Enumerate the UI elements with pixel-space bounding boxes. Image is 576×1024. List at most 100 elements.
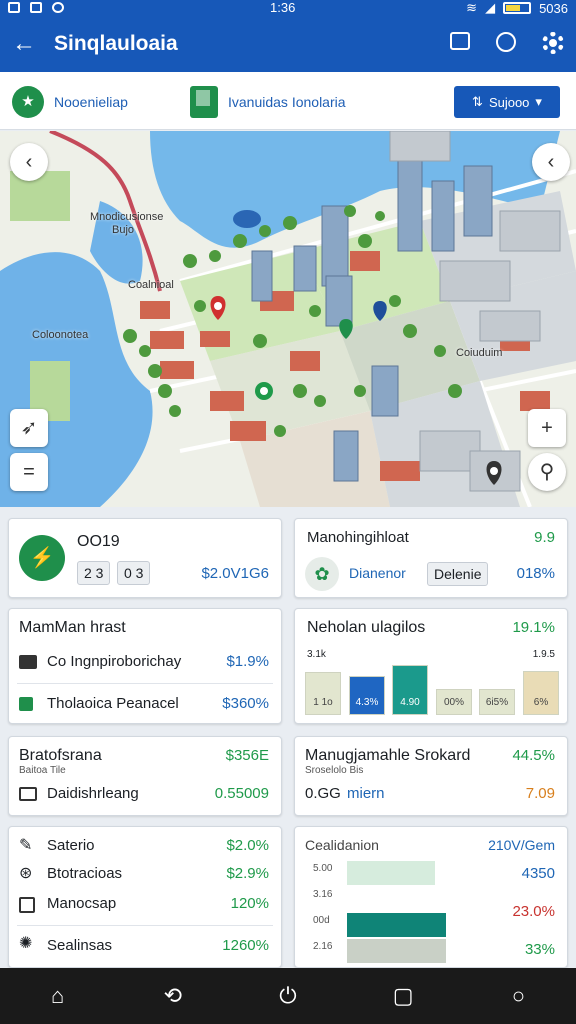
card-7-row-1-value: $2.0% [226, 837, 269, 854]
card-6-row-mid: miern [347, 785, 385, 802]
card-2-value: 018% [516, 565, 555, 582]
status-bar: 1:36 ≋ ◢ 5036 [0, 0, 576, 18]
filter-dropdown[interactable]: ⇅ Sujooo ▾ [454, 86, 560, 118]
tab-strip: ★ Nooenieliap Ivanuidas Ionolaria ⇅ Sujo… [0, 72, 576, 130]
map-view[interactable]: Mnodicusionse Bujo Coalnioal Coloonotea … [0, 131, 576, 507]
card-2-title: Manohingihloat [307, 529, 409, 546]
card-stats-2[interactable]: Manohingihloat 9.9 ✿ Dianenor Delenie 01… [294, 518, 568, 598]
horizontal-bar-chart: 5.00 3.16 00d 2.16 [305, 861, 465, 965]
location-pin-icon: ⚲ [539, 461, 555, 483]
gear-icon[interactable] [542, 32, 564, 54]
zoom-in-button[interactable]: + [528, 409, 566, 447]
filter-icon: ⇅ [472, 94, 483, 109]
home-icon[interactable]: ⌂ [38, 976, 78, 1016]
map-forward-button[interactable]: ‹ [532, 143, 570, 181]
bar: 6i5% [479, 689, 515, 715]
card-8-title: Cealidanion [305, 837, 379, 853]
locate-button[interactable]: ⚲ [528, 453, 566, 491]
map-back-button[interactable]: ‹ [10, 143, 48, 181]
card-chart-1[interactable]: Neholan ulagilos 19.1% 3.1k 1.9.5 1 1o 4.… [294, 608, 568, 724]
card-7-row-3-value: 120% [230, 895, 269, 912]
card-7-row-1-label: Saterio [47, 837, 95, 854]
back-arrow-icon[interactable]: ← [12, 30, 36, 58]
circle-icon[interactable]: ○ [498, 976, 538, 1016]
bar-label: 6% [533, 697, 549, 708]
map-label: Coalnioal [128, 279, 174, 291]
card-chart-2[interactable]: Cealidanion 210V/Gem 5.00 3.16 00d 2.16 435… [294, 826, 568, 968]
document-icon [19, 697, 33, 711]
axis-label: 2.16 [313, 941, 333, 952]
bar-chart: 1 1o 4.3% 4.90 00% 6i5% 6% [305, 661, 559, 715]
checkbox-icon [19, 897, 35, 913]
notification-icon [8, 2, 20, 13]
menu-icon: = [23, 461, 35, 483]
chart-icon: ⚡ [19, 535, 65, 581]
card-6-value-top: 44.5% [512, 747, 555, 764]
bar: 00% [436, 689, 472, 715]
page-title: Sinqlauloaia [54, 32, 178, 55]
status-time: 1:36 [270, 0, 296, 15]
bar [347, 939, 446, 963]
bar: 6% [523, 671, 559, 715]
back-icon[interactable]: ⟲ [153, 976, 193, 1016]
bar-label: 00% [443, 697, 464, 708]
wifi-icon: ≋ [466, 0, 478, 15]
card-3-row-2-label: Tholaoica Peanacel [47, 695, 179, 712]
compass-button[interactable]: ➶ [10, 409, 48, 447]
bottom-nav: ⌂ ⟲ ⏻ ▢ ○ [0, 968, 576, 1024]
tab-1[interactable]: Nooenieliap [54, 94, 128, 110]
dropdown-label: Sujooo [488, 94, 530, 110]
card-4-title: Neholan ulagilos [307, 619, 426, 636]
card-6-subtitle: Sroselolo Bis [305, 765, 364, 776]
square-icon[interactable]: ▢ [383, 976, 423, 1016]
monitor-icon [19, 655, 37, 669]
card-list-2[interactable]: ✎ Saterio $2.0% ⊛ Btotracioas $2.9% Mano… [8, 826, 282, 968]
layers-button[interactable]: = [10, 453, 48, 491]
share-icon[interactable] [450, 32, 470, 50]
refresh-icon[interactable] [496, 32, 516, 52]
card-stats-4[interactable]: Manugjamahle Srokard Sroselolo Bis 44.5%… [294, 736, 568, 816]
card-4-subright: 1.9.5 [532, 649, 555, 660]
card-5-subtitle: Baitoa Tile [19, 765, 66, 776]
card-2-value-top: 9.9 [534, 529, 555, 546]
power-icon[interactable]: ⏻ [268, 976, 308, 1016]
bar [347, 887, 443, 911]
status-icons [8, 2, 64, 13]
card-8-value-2: 23.0% [512, 903, 555, 920]
card-3-row-1-label: Co Ingnpiroborichay [47, 653, 182, 670]
card-8-value-3: 33% [524, 941, 555, 958]
map-label: Bujo [112, 224, 135, 236]
card-list-1[interactable]: MamMan hrast Co Ingnpiroborichay $1.9% T… [8, 608, 282, 724]
divider [17, 683, 273, 684]
card-stats-1[interactable]: ⚡ OO19 2 3 0 3 $2.0V1G6 [8, 518, 282, 598]
map-label: Mnodicusionse [90, 211, 164, 223]
card-8-value-top: 210V/Gem [488, 837, 555, 853]
map-graphic [0, 131, 576, 507]
globe-icon: ⊛ [19, 865, 33, 882]
bar-label: 1 1o [313, 697, 333, 708]
card-1-chip-2[interactable]: 0 3 [117, 561, 151, 585]
card-1-chip-1[interactable]: 2 3 [77, 561, 111, 585]
chevron-left-icon: ‹ [547, 151, 555, 173]
app-root: 1:36 ≋ ◢ 5036 ← Sinqlauloaia ★ Nooenieli… [0, 0, 576, 1024]
card-4-subleft: 3.1k [307, 649, 326, 660]
bar-label: 6i5% [485, 697, 509, 708]
bar [347, 913, 446, 937]
bar [347, 861, 435, 885]
card-stats-3[interactable]: Bratofsrana Baitoa Tile $356E Daidishrle… [8, 736, 282, 816]
axis-label: 3.16 [313, 889, 333, 900]
tab-2[interactable]: Ivanuidas Ionolaria [228, 94, 346, 110]
axis-label: 00d [313, 915, 330, 926]
notification-icon [52, 2, 64, 13]
app-bar: ← Sinqlauloaia [0, 18, 576, 72]
navigation-icon: ➶ [20, 417, 38, 439]
battery-text: 5036 [539, 0, 568, 16]
card-1-code: OO19 [77, 533, 120, 550]
card-7-row-4-label: Sealinsas [47, 937, 113, 954]
tab-1-icon[interactable]: ★ [12, 86, 44, 118]
tab-2-icon[interactable] [190, 86, 218, 118]
card-2-button[interactable]: Delenie [427, 562, 489, 586]
card-7-row-4-value: 1260% [222, 937, 269, 954]
card-5-value-top: $356E [225, 747, 269, 764]
card-6-row-value: 7.09 [525, 785, 555, 802]
